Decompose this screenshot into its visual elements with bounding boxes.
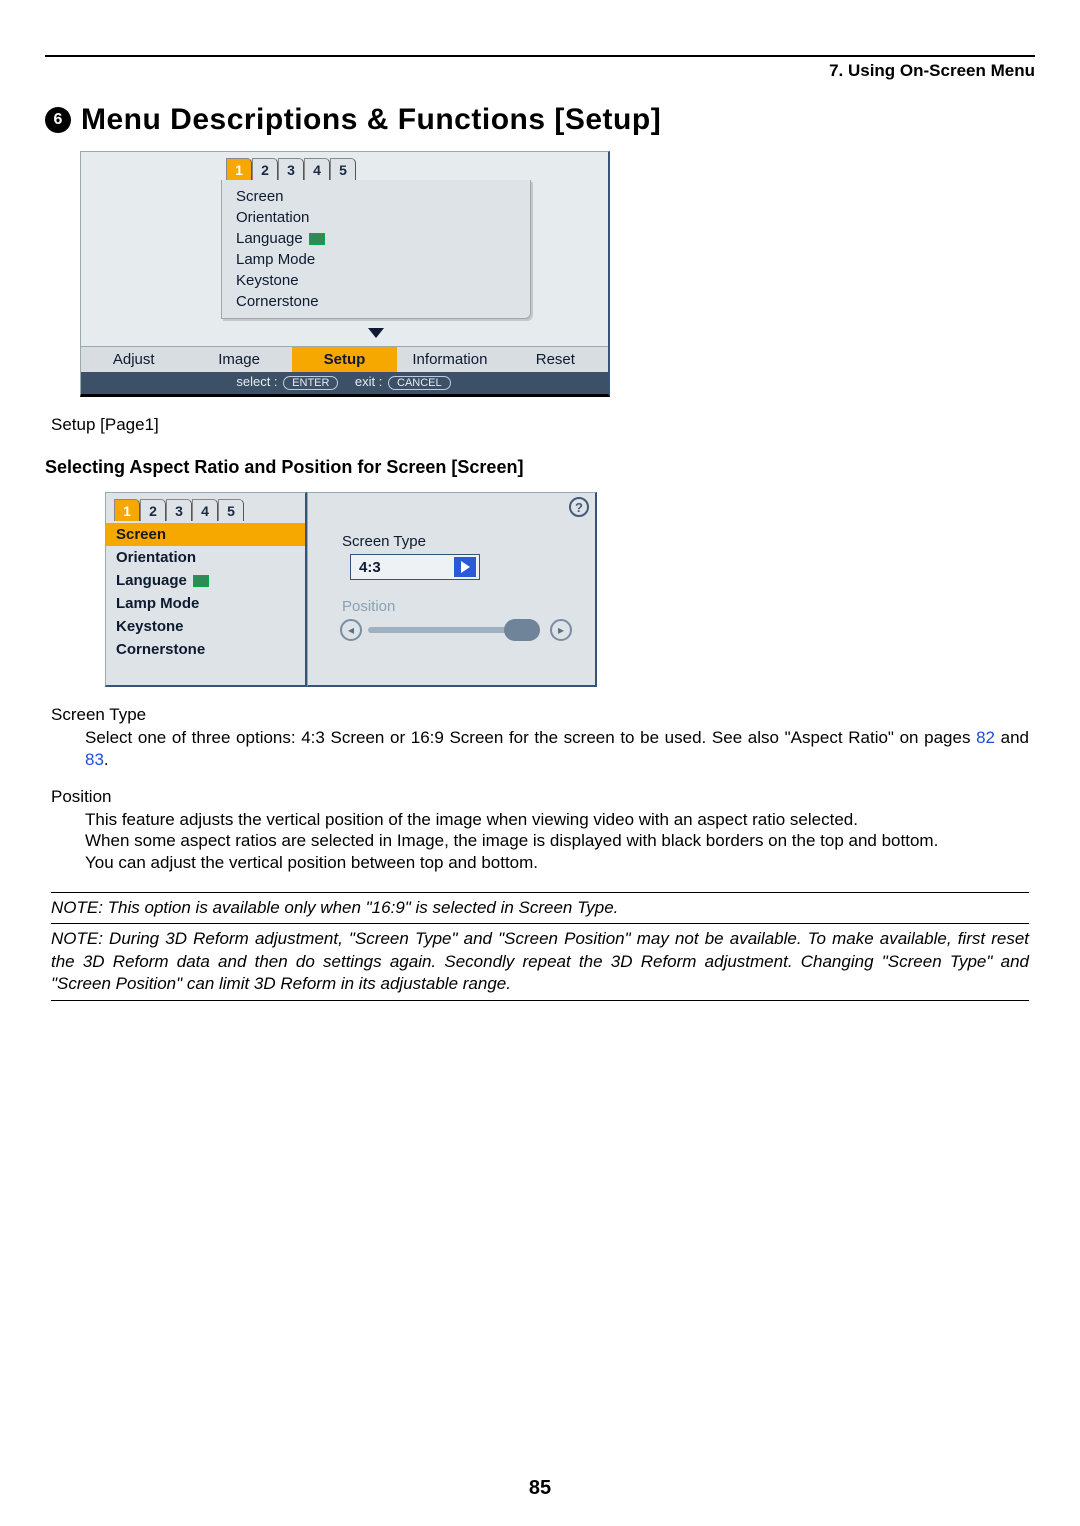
row-keystone[interactable]: Keystone xyxy=(106,615,305,638)
nav-image[interactable]: Image xyxy=(186,347,291,372)
item-language-label: Language xyxy=(236,230,303,247)
page-number: 85 xyxy=(0,1477,1080,1500)
chapter-header: 7. Using On-Screen Menu xyxy=(45,61,1035,81)
hint-cancel-pill: CANCEL xyxy=(388,376,451,390)
section-title-row: 6 Menu Descriptions & Functions [Setup] xyxy=(45,103,1035,137)
screen-type-title: Screen Type xyxy=(51,705,1035,725)
nav-adjust[interactable]: Adjust xyxy=(81,347,186,372)
hint-enter-pill: ENTER xyxy=(283,376,338,390)
note-rule-1 xyxy=(51,892,1029,893)
tab-1b[interactable]: 1 xyxy=(114,499,140,521)
header-rule xyxy=(45,55,1035,57)
tab-3b[interactable]: 3 xyxy=(166,499,192,521)
row-language[interactable]: Language xyxy=(106,569,305,592)
position-title: Position xyxy=(51,787,1035,807)
position-p3: You can adjust the vertical position bet… xyxy=(85,852,1029,874)
screen-type-label: Screen Type xyxy=(342,533,583,550)
nav-information[interactable]: Information xyxy=(397,347,502,372)
st-text-a: Select one of three options: 4:3 Screen … xyxy=(85,728,976,747)
help-icon[interactable]: ? xyxy=(569,497,589,517)
language-icon xyxy=(309,233,325,245)
st-text-mid: and xyxy=(995,728,1029,747)
row-lamp-mode[interactable]: Lamp Mode xyxy=(106,592,305,615)
tab-4b[interactable]: 4 xyxy=(192,499,218,521)
row-cornerstone[interactable]: Cornerstone xyxy=(106,638,305,661)
screen-type-paragraph: Select one of three options: 4:3 Screen … xyxy=(85,727,1029,771)
note-2: NOTE: During 3D Reform adjustment, "Scre… xyxy=(51,928,1029,995)
row-language-label: Language xyxy=(116,572,187,589)
position-label: Position xyxy=(342,598,583,615)
figure-caption-1: Setup [Page1] xyxy=(51,415,1035,435)
row-screen[interactable]: Screen xyxy=(106,523,305,546)
osd-setup-menu: 1 2 3 4 5 Screen Orientation Language La… xyxy=(80,151,610,397)
screen-type-selector[interactable]: 4:3 xyxy=(350,554,480,580)
item-language[interactable]: Language xyxy=(230,228,522,249)
item-lamp-mode[interactable]: Lamp Mode xyxy=(230,249,522,270)
position-p2: When some aspect ratios are selected in … xyxy=(85,830,1029,852)
chevron-down-icon xyxy=(368,328,384,338)
note-rule-3 xyxy=(51,1000,1029,1001)
slider-left-button[interactable]: ◂ xyxy=(340,619,362,641)
position-slider-thumb[interactable] xyxy=(504,619,540,641)
tab-5b[interactable]: 5 xyxy=(218,499,244,521)
item-cornerstone[interactable]: Cornerstone xyxy=(230,291,522,312)
tab-3[interactable]: 3 xyxy=(278,158,304,180)
setup-tabs: 1 2 3 4 5 xyxy=(81,152,608,180)
setup-tabs-small: 1 2 3 4 5 xyxy=(106,493,305,521)
screen-settings-panel: ? Screen Type 4:3 Position ◂ ▸ xyxy=(307,492,597,687)
section-number-badge: 6 xyxy=(45,107,71,133)
nav-reset[interactable]: Reset xyxy=(503,347,608,372)
osd-main-nav: Adjust Image Setup Information Reset xyxy=(81,346,608,372)
item-keystone[interactable]: Keystone xyxy=(230,270,522,291)
st-text-end: . xyxy=(104,750,109,769)
subsection-heading: Selecting Aspect Ratio and Position for … xyxy=(45,457,1035,478)
position-p1: This feature adjusts the vertical positi… xyxy=(85,809,1029,831)
language-icon-b xyxy=(193,575,209,587)
tab-1[interactable]: 1 xyxy=(226,158,252,180)
tab-4[interactable]: 4 xyxy=(304,158,330,180)
hint-exit-label: exit : xyxy=(355,374,382,389)
note-1: NOTE: This option is available only when… xyxy=(51,897,1029,919)
tab-2[interactable]: 2 xyxy=(252,158,278,180)
item-screen[interactable]: Screen xyxy=(230,186,522,207)
row-orientation[interactable]: Orientation xyxy=(106,546,305,569)
setup-list: Screen Orientation Language Lamp Mode Ke… xyxy=(106,521,305,661)
setup-list-panel: 1 2 3 4 5 Screen Orientation Language La… xyxy=(105,492,307,687)
scroll-down-indicator xyxy=(221,319,531,346)
hint-bar: select : ENTER exit : CANCEL xyxy=(81,372,608,394)
screen-submenu-figure: 1 2 3 4 5 Screen Orientation Language La… xyxy=(105,492,1035,687)
tab-5[interactable]: 5 xyxy=(330,158,356,180)
next-option-icon[interactable] xyxy=(454,557,476,577)
screen-type-value: 4:3 xyxy=(359,559,381,576)
item-orientation[interactable]: Orientation xyxy=(230,207,522,228)
link-page-83[interactable]: 83 xyxy=(85,750,104,769)
link-page-82[interactable]: 82 xyxy=(976,728,995,747)
note-rule-2 xyxy=(51,923,1029,924)
hint-select-label: select : xyxy=(236,374,277,389)
setup-items-panel: Screen Orientation Language Lamp Mode Ke… xyxy=(221,180,531,319)
tab-2b[interactable]: 2 xyxy=(140,499,166,521)
position-slider-row: ◂ ▸ xyxy=(340,619,583,641)
position-slider-track[interactable] xyxy=(368,627,518,633)
nav-setup[interactable]: Setup xyxy=(292,347,397,372)
slider-right-button[interactable]: ▸ xyxy=(550,619,572,641)
section-title: Menu Descriptions & Functions [Setup] xyxy=(81,103,661,137)
